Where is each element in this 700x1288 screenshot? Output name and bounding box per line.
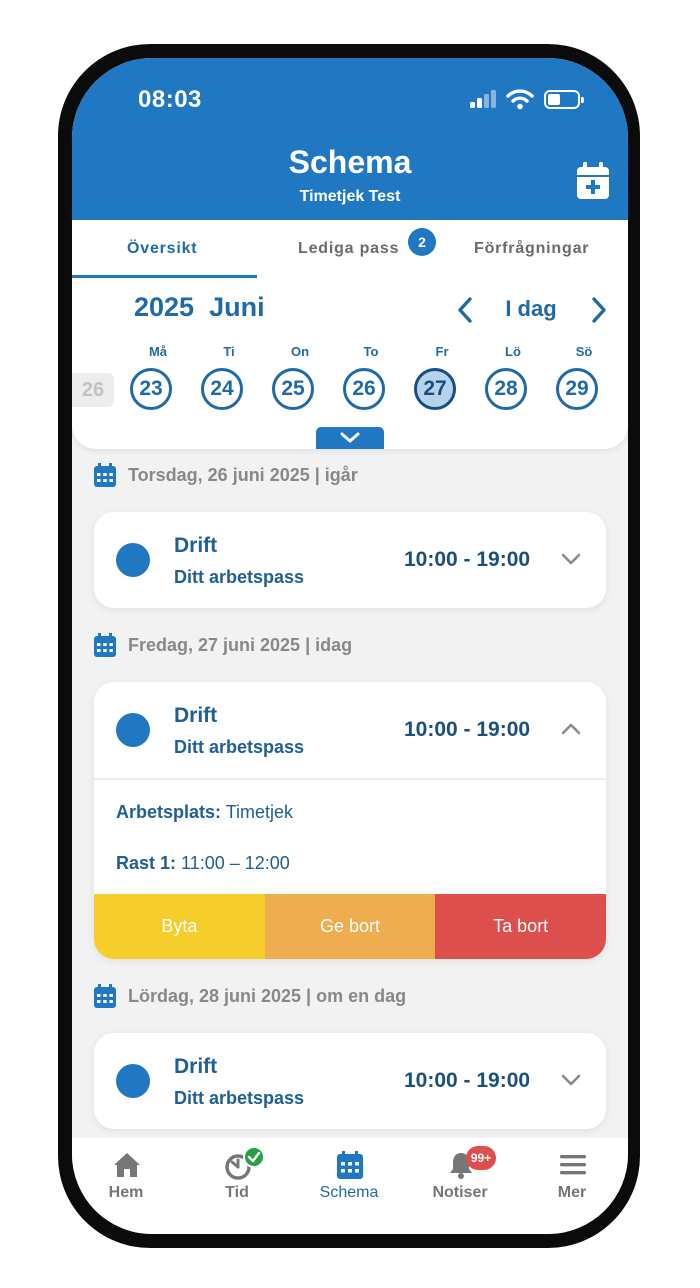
home-icon <box>114 1153 140 1177</box>
cellular-signal-icon <box>470 90 498 108</box>
workplace-label: Arbetsplats: <box>116 802 222 822</box>
active-tab-indicator <box>72 275 257 278</box>
weekday-label: Må <box>148 344 168 359</box>
shift-title: Drift <box>174 1055 218 1078</box>
wifi-icon <box>506 89 534 110</box>
app-header: 08:03 Schema Timetjek Test <box>72 58 628 222</box>
day-header-text: Torsdag, 26 juni 2025 | igår <box>128 465 358 485</box>
break-line: Rast 1: 11:00 – 12:00 <box>116 853 290 874</box>
weekday-label: Sö <box>575 344 593 359</box>
workplace-line: Arbetsplats: Timetjek <box>116 802 293 823</box>
calendar-icon <box>94 463 116 487</box>
schedule-panel: Översikt Lediga pass 2 Förfrågningar 202… <box>72 220 628 449</box>
page-subtitle: Timetjek Test <box>299 188 401 205</box>
shift-details: Arbetsplats: Timetjek Rast 1: 11:00 – 12… <box>94 778 606 894</box>
year-label: 2025 <box>134 292 195 322</box>
calendar-icon <box>94 633 116 657</box>
tab-lediga-pass[interactable]: Lediga pass <box>298 240 399 258</box>
day-button[interactable]: 25 <box>272 368 314 410</box>
notification-badge: 99+ <box>466 1146 496 1170</box>
nav-item-hem[interactable]: Hem <box>76 1138 176 1208</box>
weekday-label: To <box>363 344 379 359</box>
battery-icon <box>544 90 584 109</box>
day-button[interactable]: 26 <box>343 368 385 410</box>
nav-label: Tid <box>225 1184 249 1201</box>
chevron-down-icon[interactable] <box>560 548 582 570</box>
chevron-down-icon[interactable] <box>560 1069 582 1091</box>
previous-week-day[interactable]: 26 <box>72 373 114 407</box>
shift-time: 10:00 - 19:00 <box>404 718 531 741</box>
weekday-label: On <box>290 344 310 359</box>
nav-item-schema[interactable]: Schema <box>299 1138 399 1208</box>
break-time: 11:00 – 12:00 <box>181 853 290 873</box>
shift-subtitle: Ditt arbetspass <box>174 567 305 587</box>
chevron-down-icon <box>340 432 360 443</box>
shift-actions: Byta Ge bort Ta bort <box>94 894 606 959</box>
day-button[interactable]: 23 <box>130 368 172 410</box>
bottom-navigation: Hem Tid Schema 99+ Notiser Mer <box>72 1138 628 1234</box>
status-time: 08:03 <box>138 86 202 113</box>
calendar-icon <box>94 984 116 1008</box>
delete-shift-button[interactable]: Ta bort <box>435 894 606 959</box>
give-away-button[interactable]: Ge bort <box>264 894 436 959</box>
shift-card: Drift Ditt arbetspass 10:00 - 19:00 <box>94 512 606 608</box>
calendar-icon <box>337 1151 363 1179</box>
shift-color-dot <box>116 1064 150 1098</box>
chevron-right-icon[interactable] <box>586 296 610 324</box>
nav-item-tid[interactable]: Tid <box>187 1138 287 1208</box>
tab-badge: 2 <box>408 228 436 256</box>
nav-label: Mer <box>557 1184 587 1201</box>
shift-card-expanded: Drift Ditt arbetspass 10:00 - 19:00 Arbe… <box>94 682 606 959</box>
weekday-label: Ti <box>223 344 235 359</box>
tab-forfragningar[interactable]: Förfrågningar <box>474 240 589 258</box>
app-screen: 08:03 Schema Timetjek Test Översikt Ledi… <box>72 58 628 1234</box>
chevron-up-icon[interactable] <box>560 718 582 740</box>
nav-label: Notiser <box>432 1184 488 1201</box>
chevron-left-icon[interactable] <box>454 296 478 324</box>
day-header-text: Lördag, 28 juni 2025 | om en dag <box>128 986 407 1006</box>
month-year-label: 2025 Juni <box>134 292 265 323</box>
shift-subtitle: Ditt arbetspass <box>174 737 305 757</box>
shift-title: Drift <box>174 704 218 727</box>
menu-icon <box>560 1155 586 1175</box>
check-badge-icon <box>243 1146 265 1168</box>
expand-calendar-button[interactable] <box>316 427 384 449</box>
shift-time: 10:00 - 19:00 <box>404 548 531 571</box>
weekday-label: Lö <box>505 344 521 359</box>
shift-card: Drift Ditt arbetspass 10:00 - 19:00 <box>94 1033 606 1129</box>
calendar-plus-icon[interactable] <box>576 162 610 200</box>
shift-color-dot <box>116 543 150 577</box>
nav-item-notiser[interactable]: 99+ Notiser <box>410 1138 510 1208</box>
day-button[interactable]: 29 <box>556 368 598 410</box>
shift-row[interactable]: Drift Ditt arbetspass 10:00 - 19:00 <box>94 512 606 608</box>
shift-time: 10:00 - 19:00 <box>404 1069 531 1092</box>
nav-label: Schema <box>319 1184 379 1201</box>
nav-item-mer[interactable]: Mer <box>522 1138 622 1208</box>
today-button[interactable]: I dag <box>490 296 572 322</box>
weekday-label: Fr <box>435 344 449 359</box>
break-label: Rast 1: <box>116 853 177 873</box>
day-header-text: Fredag, 27 juni 2025 | idag <box>128 635 353 655</box>
shift-subtitle: Ditt arbetspass <box>174 1088 305 1108</box>
workplace-value: Timetjek <box>225 802 294 822</box>
shift-title: Drift <box>174 534 218 557</box>
shift-row[interactable]: Drift Ditt arbetspass 10:00 - 19:00 <box>94 1033 606 1129</box>
day-button[interactable]: 24 <box>201 368 243 410</box>
swap-shift-button[interactable]: Byta <box>94 894 265 959</box>
shift-color-dot <box>116 713 150 747</box>
day-button-selected[interactable]: 27 <box>414 368 456 410</box>
page-title: Schema <box>288 144 412 180</box>
shift-row[interactable]: Drift Ditt arbetspass 10:00 - 19:00 <box>94 682 606 778</box>
month-label: Juni <box>209 292 265 322</box>
tab-oversikt[interactable]: Översikt <box>127 240 197 258</box>
nav-label: Hem <box>108 1184 144 1201</box>
day-button[interactable]: 28 <box>485 368 527 410</box>
